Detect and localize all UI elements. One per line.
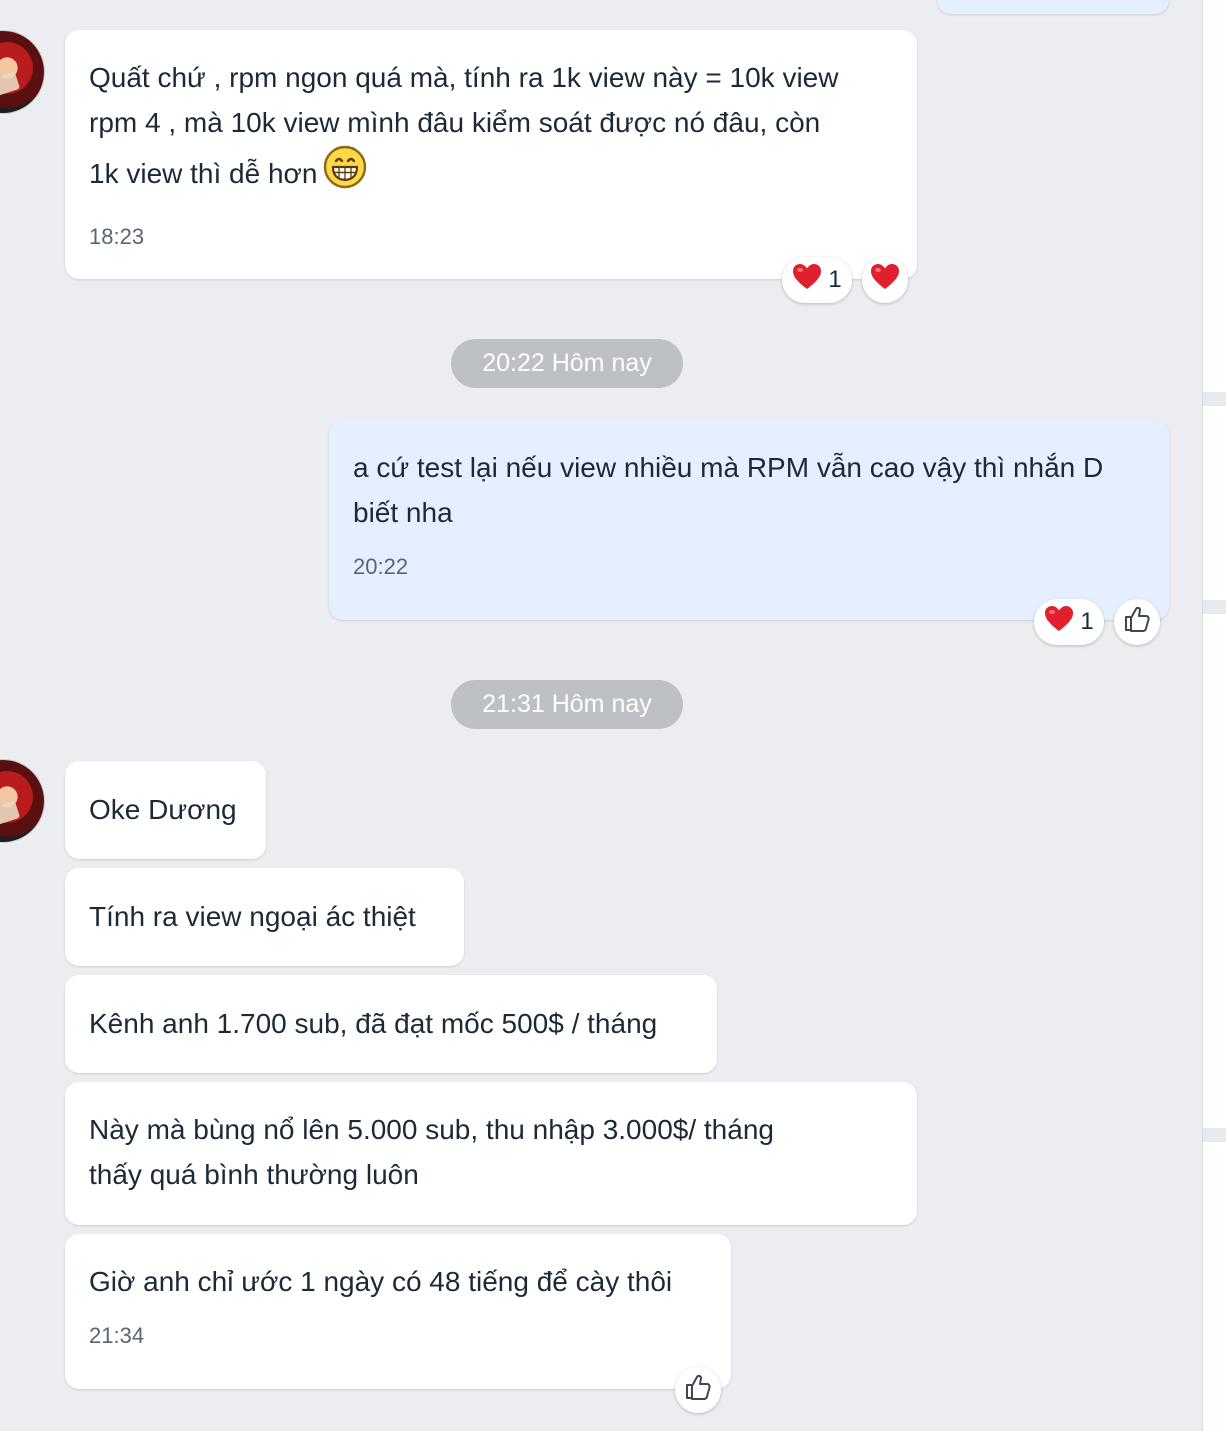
message-time: 18:23 xyxy=(89,224,145,249)
right-side-panel xyxy=(1202,0,1226,1431)
heart-icon xyxy=(1044,605,1074,640)
message-text: Kênh anh 1.700 sub, đã đạt mốc 500$ / th… xyxy=(89,1008,658,1039)
reaction-summary[interactable]: 1 xyxy=(1034,599,1104,645)
message-bubble-incoming[interactable]: Quất chứ , rpm ngon quá mà, tính ra 1k v… xyxy=(65,30,917,279)
thumbs-up-icon xyxy=(684,1373,712,1408)
previous-message-bubble[interactable] xyxy=(937,0,1169,14)
date-separator: 20:22 Hôm nay xyxy=(451,339,683,388)
message-text-line: 1k view thì dễ hơn xyxy=(89,145,893,202)
message-text-line: rpm 4 , mà 10k view mình đâu kiểm soát đ… xyxy=(89,107,821,138)
date-separator: 21:31 Hôm nay xyxy=(451,680,683,729)
chat-area: Quất chứ , rpm ngon quá mà, tính ra 1k v… xyxy=(0,0,1202,1431)
reaction-count: 1 xyxy=(828,266,842,293)
message-text-line: biết nha xyxy=(353,497,453,528)
grinning-face-emoji-icon xyxy=(323,145,367,202)
message-time: 21:34 xyxy=(89,1323,145,1348)
message-text-line: a cứ test lại nếu view nhiều mà RPM vẫn … xyxy=(353,452,1104,483)
contact-avatar[interactable] xyxy=(0,31,44,113)
message-text-line: thấy quá bình thường luôn xyxy=(89,1159,419,1190)
message-bubble-incoming[interactable]: Giờ anh chỉ ước 1 ngày có 48 tiếng để cà… xyxy=(65,1234,731,1389)
react-like-button[interactable] xyxy=(675,1367,721,1413)
react-heart-button[interactable] xyxy=(862,257,908,303)
heart-icon xyxy=(870,263,900,298)
message-bubble-incoming[interactable]: Kênh anh 1.700 sub, đã đạt mốc 500$ / th… xyxy=(65,975,717,1073)
panel-divider xyxy=(1203,1128,1226,1142)
panel-divider xyxy=(1203,600,1226,614)
contact-avatar[interactable] xyxy=(0,760,44,842)
thumbs-up-icon xyxy=(1123,605,1151,640)
message-text: Oke Dương xyxy=(89,794,237,825)
message-text-segment: 1k view thì dễ hơn xyxy=(89,158,318,189)
react-like-button[interactable] xyxy=(1114,599,1160,645)
message-text-line: Này mà bùng nổ lên 5.000 sub, thu nhập 3… xyxy=(89,1114,774,1145)
message-text-line: Quất chứ , rpm ngon quá mà, tính ra 1k v… xyxy=(89,62,839,93)
panel-divider xyxy=(1203,392,1226,406)
message-bubble-incoming[interactable]: Này mà bùng nổ lên 5.000 sub, thu nhập 3… xyxy=(65,1082,917,1225)
reaction-summary[interactable]: 1 xyxy=(782,257,852,303)
message-bubble-incoming[interactable]: Oke Dương xyxy=(65,761,266,859)
message-time: 20:22 xyxy=(353,554,409,579)
message-text: Giờ anh chỉ ước 1 ngày có 48 tiếng để cà… xyxy=(89,1266,673,1297)
message-bubble-incoming[interactable]: Tính ra view ngoại ác thiệt xyxy=(65,868,464,966)
message-bubble-outgoing[interactable]: a cứ test lại nếu view nhiều mà RPM vẫn … xyxy=(329,420,1169,620)
reaction-count: 1 xyxy=(1080,608,1094,635)
message-text: Tính ra view ngoại ác thiệt xyxy=(89,901,416,932)
heart-icon xyxy=(792,263,822,298)
